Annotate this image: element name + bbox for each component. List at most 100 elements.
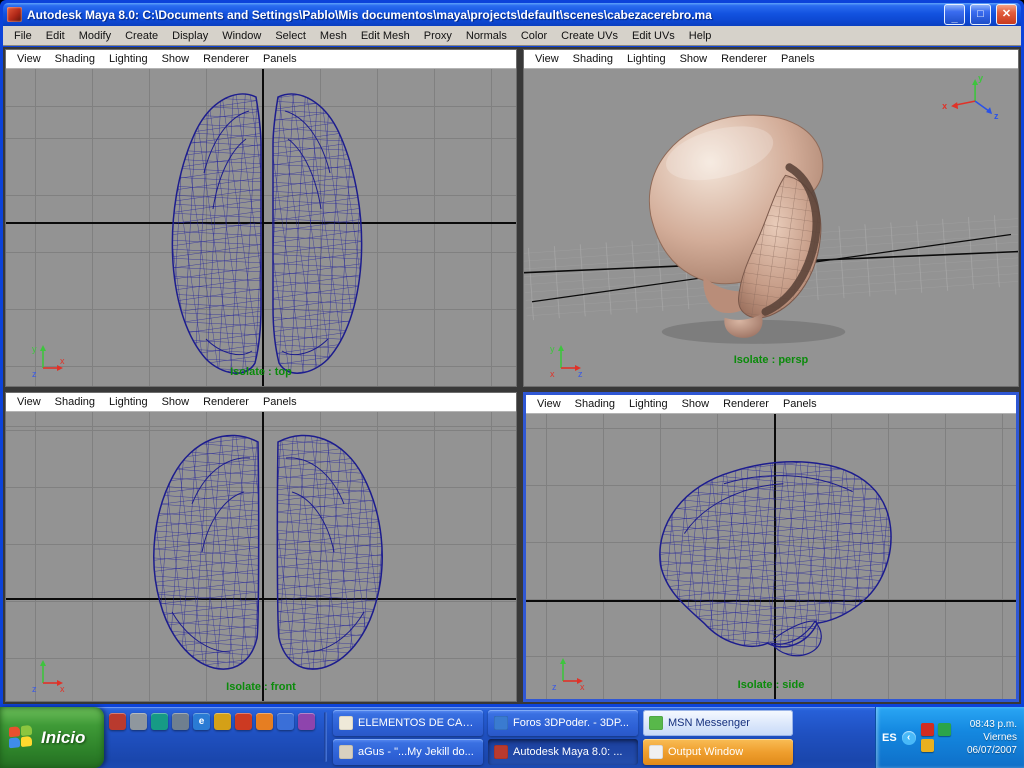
panel-menu-lighting[interactable]: Lighting — [102, 396, 155, 408]
svg-text:z: z — [32, 369, 37, 378]
panel-menu-shading[interactable]: Shading — [568, 398, 622, 410]
messenger-icon — [649, 716, 663, 730]
panel-menu-show[interactable]: Show — [673, 53, 715, 65]
panel-menu-show[interactable]: Show — [675, 398, 717, 410]
start-button[interactable]: Inicio — [0, 707, 104, 768]
panel-menu-panels[interactable]: Panels — [256, 53, 304, 65]
menu-edit-uvs[interactable]: Edit UVs — [625, 28, 682, 44]
tray-clock[interactable]: 08:43 p.m. Viernes 06/07/2007 — [967, 718, 1017, 757]
panel-menu-renderer[interactable]: Renderer — [196, 53, 256, 65]
maya-window: Autodesk Maya 8.0: C:\Documents and Sett… — [0, 0, 1024, 707]
svg-text:x: x — [942, 101, 947, 111]
panel-menu-shading[interactable]: Shading — [48, 53, 102, 65]
browser-icon — [494, 716, 508, 730]
quicklaunch-icon-10[interactable] — [298, 713, 315, 730]
quicklaunch-icon-2[interactable] — [130, 713, 147, 730]
menu-window[interactable]: Window — [215, 28, 268, 44]
taskbar-divider — [324, 712, 327, 762]
menu-help[interactable]: Help — [682, 28, 719, 44]
tray-icons — [920, 723, 952, 752]
quicklaunch-icon-1[interactable] — [109, 713, 126, 730]
system-tray: ES ‹ 08:43 p.m. Viernes 06/07/2007 — [875, 707, 1024, 768]
viewport-canvas-side[interactable]: Isolate : side z x — [526, 414, 1016, 699]
taskbar-button-output-window[interactable]: Output Window — [643, 739, 793, 765]
menu-create-uvs[interactable]: Create UVs — [554, 28, 625, 44]
menu-color[interactable]: Color — [514, 28, 554, 44]
panel-menu-lighting[interactable]: Lighting — [102, 53, 155, 65]
svg-text:y: y — [32, 344, 37, 354]
tray-icon-1[interactable] — [920, 723, 934, 736]
svg-text:x: x — [550, 369, 555, 378]
window-title: Autodesk Maya 8.0: C:\Documents and Sett… — [27, 7, 712, 22]
panel-menu-panels[interactable]: Panels — [774, 53, 822, 65]
brain-shaded-persp-view: y x z — [524, 73, 1018, 344]
maximize-button[interactable]: □ — [970, 4, 991, 25]
panel-menu-show[interactable]: Show — [155, 53, 197, 65]
menu-edit[interactable]: Edit — [39, 28, 72, 44]
minimize-button[interactable]: _ — [944, 4, 965, 25]
panel-menu-renderer[interactable]: Renderer — [714, 53, 774, 65]
menu-normals[interactable]: Normals — [459, 28, 514, 44]
view-compass: y x z — [942, 73, 999, 121]
menu-modify[interactable]: Modify — [72, 28, 118, 44]
panel-menu-shading[interactable]: Shading — [566, 53, 620, 65]
panel-menu-renderer[interactable]: Renderer — [196, 396, 256, 408]
clock-date: 06/07/2007 — [966, 745, 1017, 756]
taskbar-button-maya[interactable]: Autodesk Maya 8.0: ... — [488, 739, 638, 765]
viewport-panel-persp: View Shading Lighting Show Renderer Pane… — [523, 49, 1019, 387]
tray-expand-icon[interactable]: ‹ — [901, 730, 916, 745]
panel-menu-renderer[interactable]: Renderer — [716, 398, 776, 410]
viewport-canvas-persp[interactable]: y x z Isolate : persp y x z — [524, 69, 1018, 386]
menu-proxy[interactable]: Proxy — [417, 28, 459, 44]
quicklaunch-icon-4[interactable] — [172, 713, 189, 730]
viewport-canvas-top[interactable]: Isolate : top y x z — [6, 69, 516, 386]
taskbar-button-agus[interactable]: aGus - "...My Jekill do... — [333, 739, 483, 765]
viewport-panel-front: View Shading Lighting Show Renderer Pane… — [5, 392, 517, 702]
titlebar: Autodesk Maya 8.0: C:\Documents and Sett… — [3, 3, 1021, 26]
desktop: Autodesk Maya 8.0: C:\Documents and Sett… — [0, 0, 1024, 768]
quicklaunch-icon-7[interactable] — [235, 713, 252, 730]
taskbar-button-foros-3dpoder[interactable]: Foros 3DPoder. - 3DP... — [488, 710, 638, 736]
menu-display[interactable]: Display — [165, 28, 215, 44]
panel-menubar-front: View Shading Lighting Show Renderer Pane… — [6, 393, 516, 412]
menu-create[interactable]: Create — [118, 28, 165, 44]
panel-menu-view[interactable]: View — [10, 396, 48, 408]
quicklaunch-icon-5[interactable]: e — [193, 713, 210, 730]
taskbar-button-elementos[interactable]: ELEMENTOS DE CALC... — [333, 710, 483, 736]
panel-menu-lighting[interactable]: Lighting — [620, 53, 673, 65]
window-icon — [649, 745, 663, 759]
panel-menu-view[interactable]: View — [528, 53, 566, 65]
svg-text:y: y — [978, 73, 983, 83]
panel-menu-shading[interactable]: Shading — [48, 396, 102, 408]
panel-menu-lighting[interactable]: Lighting — [622, 398, 675, 410]
panel-menu-view[interactable]: View — [530, 398, 568, 410]
svg-text:x: x — [580, 682, 585, 691]
menu-mesh[interactable]: Mesh — [313, 28, 354, 44]
language-indicator[interactable]: ES — [882, 732, 897, 744]
panel-menu-show[interactable]: Show — [155, 396, 197, 408]
axis-indicator-side: z x — [552, 658, 585, 691]
axis-indicator-front: z x — [32, 660, 65, 693]
panel-menu-panels[interactable]: Panels — [776, 398, 824, 410]
quicklaunch-icon-8[interactable] — [256, 713, 273, 730]
close-button[interactable]: ✕ — [996, 4, 1017, 25]
panel-menubar-side: View Shading Lighting Show Renderer Pane… — [526, 395, 1016, 414]
menu-edit-mesh[interactable]: Edit Mesh — [354, 28, 417, 44]
svg-text:z: z — [32, 684, 37, 693]
panel-menu-panels[interactable]: Panels — [256, 396, 304, 408]
tray-icon-2[interactable] — [937, 723, 951, 736]
quicklaunch-icon-9[interactable] — [277, 713, 294, 730]
menu-file[interactable]: File — [7, 28, 39, 44]
clock-day: Viernes — [983, 732, 1017, 743]
viewport-canvas-front[interactable]: Isolate : front z x — [6, 412, 516, 701]
taskbar-button-msn-messenger[interactable]: MSN Messenger — [643, 710, 793, 736]
taskbar-button-label: MSN Messenger — [668, 717, 750, 729]
quicklaunch-icon-6[interactable] — [214, 713, 231, 730]
tray-icon-3[interactable] — [920, 739, 934, 752]
quicklaunch-icon-3[interactable] — [151, 713, 168, 730]
viewport-label-persp: Isolate : persp — [733, 354, 809, 366]
panel-menu-view[interactable]: View — [10, 53, 48, 65]
maya-app-icon — [7, 7, 22, 22]
menu-select[interactable]: Select — [268, 28, 313, 44]
svg-text:x: x — [60, 356, 65, 366]
